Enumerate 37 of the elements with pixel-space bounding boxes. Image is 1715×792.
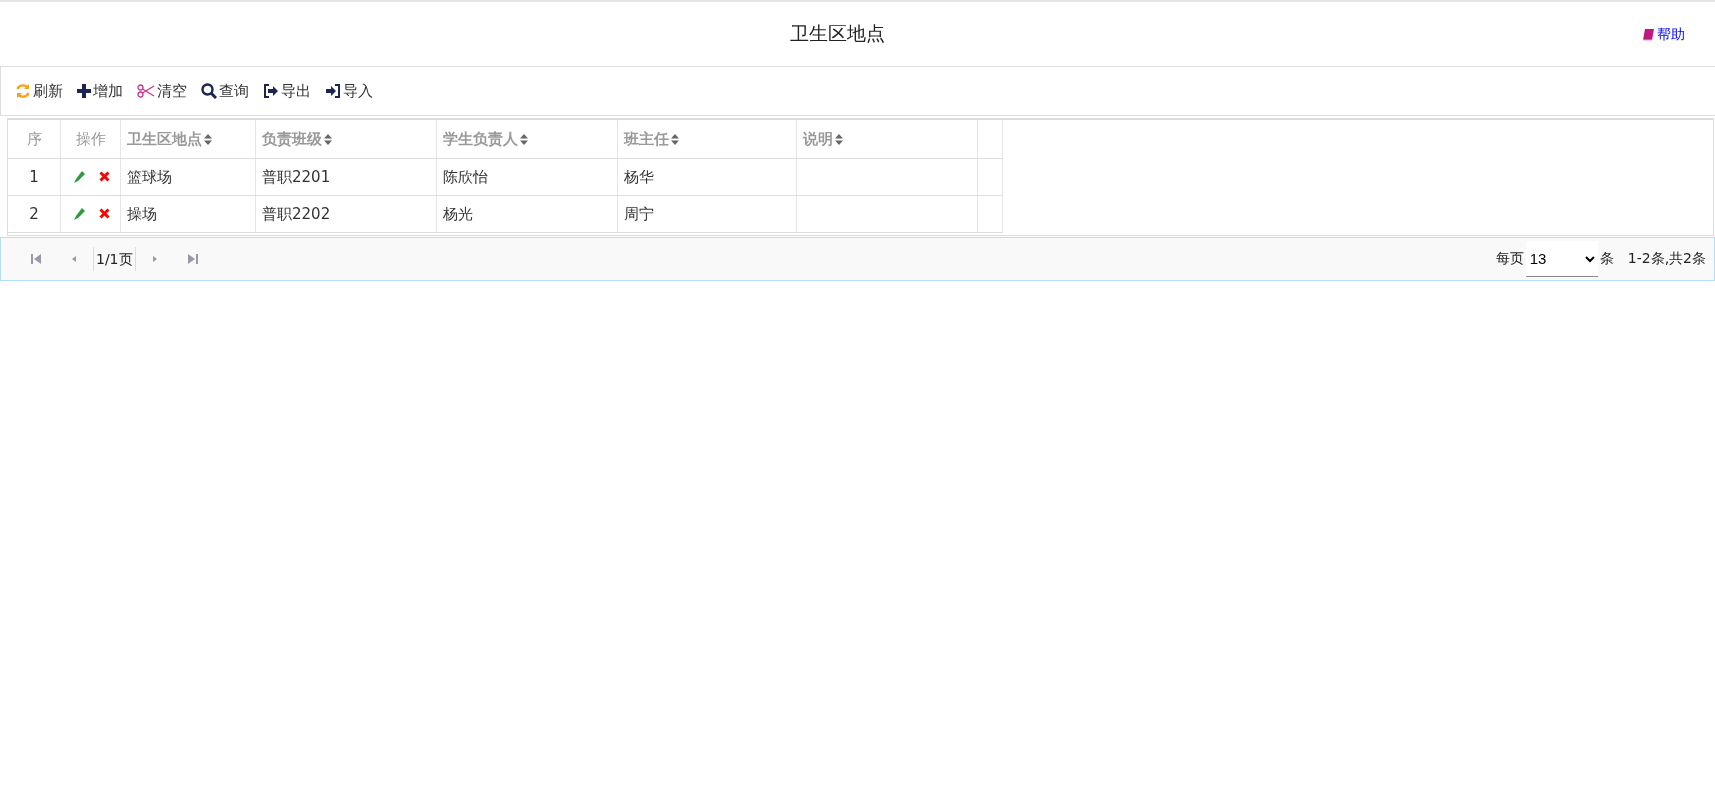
page-indicator: 1/1页 [93, 247, 136, 271]
scissors-icon [137, 84, 155, 98]
close-icon[interactable] [99, 171, 110, 182]
table-cell: 普职2201 [255, 158, 437, 196]
search-button[interactable]: 查询 [201, 81, 249, 101]
table-cell: 1 [8, 158, 61, 196]
import-button[interactable]: 导入 [325, 81, 373, 101]
pencil-icon[interactable] [73, 208, 85, 220]
last-page-icon [187, 253, 198, 265]
table-cell: 篮球场 [120, 158, 256, 196]
clear-button[interactable]: 清空 [137, 81, 187, 101]
search-icon [201, 83, 217, 99]
refresh-button[interactable]: 刷新 [15, 81, 63, 101]
table-cell: 杨华 [617, 158, 797, 196]
pencil-icon[interactable] [73, 171, 85, 183]
table-cell: 操场 [120, 195, 256, 233]
record-summary: 1-2条,共2条 [1627, 250, 1706, 268]
table-cell: 陈欣怡 [436, 158, 618, 196]
import-icon [325, 84, 341, 98]
add-button[interactable]: 增加 [77, 81, 123, 101]
export-button[interactable]: 导出 [263, 81, 311, 101]
table-cell: 杨光 [436, 195, 618, 233]
column-header: 序 [8, 120, 61, 159]
page-title: 卫生区地点 [790, 21, 885, 46]
page-size-select[interactable]: 13 [1525, 241, 1598, 277]
per-page-label: 每页 [1495, 250, 1524, 268]
table-cell: 2 [8, 195, 61, 233]
first-page-icon [31, 253, 41, 265]
close-icon[interactable] [99, 208, 110, 219]
table-cell: 普职2202 [255, 195, 437, 233]
refresh-icon [15, 83, 31, 99]
unit-label: 条 [1599, 250, 1614, 268]
plus-icon [77, 84, 91, 98]
help-link[interactable]: 帮助 [1642, 26, 1685, 44]
column-header: 操作 [60, 120, 121, 159]
export-icon [263, 84, 279, 98]
table-cell: 周宁 [617, 195, 797, 233]
